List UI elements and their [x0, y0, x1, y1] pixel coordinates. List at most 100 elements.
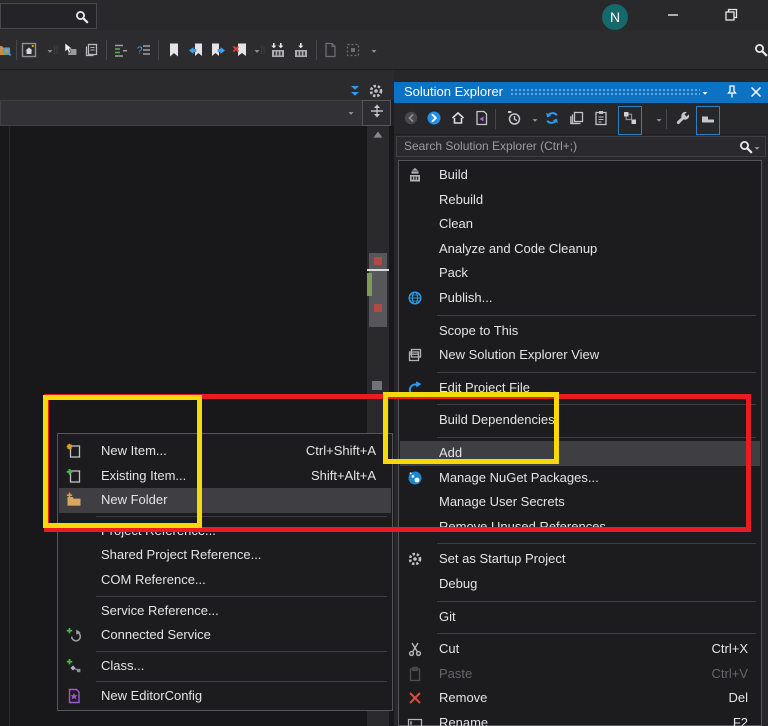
editorconfig-icon — [66, 688, 82, 704]
menu-item-debug[interactable]: Debug — [400, 572, 760, 597]
solution-explorer-search-input[interactable]: Search Solution Explorer (Ctrl+;) — [396, 136, 766, 157]
toolbar-separator — [16, 40, 17, 60]
solution-explorer-title-bar[interactable]: Solution Explorer — [394, 82, 768, 103]
clock-filter-icon[interactable] — [506, 110, 522, 131]
menu-item-clean[interactable]: Clean — [400, 212, 760, 237]
menu-item-set-as-startup-project[interactable]: Set as Startup Project — [400, 547, 760, 572]
search-icon[interactable] — [753, 42, 768, 63]
scrollbar-error-marker — [374, 304, 382, 312]
menu-item-cut[interactable]: Cut Ctrl+X — [400, 637, 760, 662]
split-window-button[interactable] — [362, 100, 391, 126]
bookmark-next-icon[interactable] — [210, 42, 226, 63]
folder-search-icon[interactable] — [0, 42, 12, 63]
scissors-icon — [407, 641, 423, 657]
menu-item-paste[interactable]: Paste Ctrl+V — [400, 662, 760, 687]
class-icon — [66, 658, 82, 674]
bookmark-icon[interactable] — [166, 42, 182, 63]
menu-item-label: Rename — [439, 715, 489, 726]
menu-separator — [96, 595, 387, 597]
building-import-icon[interactable] — [270, 42, 286, 63]
rename-icon — [407, 715, 423, 726]
link-squares-icon[interactable] — [618, 106, 642, 135]
grip-icon — [259, 42, 269, 63]
menu-item-git[interactable]: Git — [400, 605, 760, 630]
caret-icon[interactable] — [369, 44, 379, 63]
menu-item-class[interactable]: Class... — [59, 654, 391, 679]
copy-items-icon[interactable] — [84, 42, 100, 63]
indent-green-icon[interactable] — [113, 42, 129, 63]
minimize-button[interactable] — [656, 1, 690, 29]
home-icon[interactable] — [450, 110, 466, 131]
menu-separator — [437, 633, 756, 635]
pin-icon[interactable] — [724, 84, 740, 105]
cursor-folder-icon[interactable] — [62, 42, 78, 63]
menu-item-shared-project-reference[interactable]: Shared Project Reference... — [59, 543, 391, 568]
menu-item-scope-to-this[interactable]: Scope to This — [400, 319, 760, 344]
menu-item-rename[interactable]: Rename F2 — [400, 711, 760, 726]
grip-icon — [52, 42, 62, 63]
menu-item-analyze-and-code-cleanup[interactable]: Analyze and Code Cleanup — [400, 237, 760, 262]
sync-active-document-icon[interactable] — [474, 110, 490, 131]
menu-item-com-reference[interactable]: COM Reference... — [59, 568, 391, 593]
menu-item-rebuild[interactable]: Rebuild — [400, 188, 760, 213]
drag-texture — [510, 88, 700, 97]
editor-margin-divider — [9, 126, 10, 726]
menu-item-label: Git — [439, 608, 456, 624]
svg-text:?: ? — [137, 46, 143, 57]
menu-item-label: Build — [439, 167, 468, 182]
refresh-icon[interactable] — [544, 110, 560, 131]
monitor-frame-icon[interactable] — [21, 42, 37, 63]
menu-item-shortcut: Del — [728, 690, 748, 706]
menu-item-label: New EditorConfig — [101, 688, 203, 704]
menu-item-label: Set as Startup Project — [439, 551, 566, 567]
dashed-box-disabled-icon[interactable] — [345, 42, 361, 63]
scrollbar-up-arrow[interactable] — [367, 128, 389, 144]
menu-item-label: Rebuild — [439, 191, 484, 207]
menu-item-connected-service[interactable]: Connected Service — [59, 623, 391, 648]
properties-page-icon[interactable] — [593, 110, 609, 131]
panel-title: Solution Explorer — [404, 84, 503, 99]
menu-item-label: Debug — [439, 576, 478, 591]
back-icon[interactable] — [403, 110, 419, 131]
menu-item-remove[interactable]: Remove Del — [400, 686, 760, 711]
editor-navigation-bar[interactable] — [0, 100, 363, 126]
menu-item-new-solution-explorer-view[interactable]: New Solution Explorer View — [400, 343, 760, 368]
gear-icon — [407, 551, 423, 567]
chevron-down-icon[interactable] — [752, 141, 762, 160]
account-avatar[interactable]: N — [602, 4, 628, 30]
editor-toolbar-strip — [0, 70, 394, 100]
menu-item-publish[interactable]: Publish... — [400, 286, 760, 311]
connected-service-icon — [66, 627, 82, 643]
globe-icon — [407, 290, 423, 306]
indent-question-icon[interactable]: ? — [136, 42, 152, 63]
menu-item-label: Publish... — [439, 290, 493, 305]
menu-item-new-editorconfig[interactable]: New EditorConfig — [59, 684, 391, 709]
chevron-down-icon[interactable] — [346, 106, 356, 125]
menu-item-pack[interactable]: Pack — [400, 261, 760, 286]
document-disabled-icon[interactable] — [322, 42, 338, 63]
caret-icon[interactable] — [654, 113, 664, 132]
wrench-icon[interactable] — [675, 110, 691, 131]
building-import-2-icon[interactable] — [293, 42, 309, 63]
bookmark-clear-icon[interactable] — [232, 42, 248, 63]
preview-bar-icon[interactable] — [696, 106, 720, 135]
solution-explorer-toolbar — [394, 103, 768, 135]
menu-item-service-reference[interactable]: Service Reference... — [59, 599, 391, 624]
clipboard-icon — [407, 666, 423, 682]
restore-button[interactable] — [714, 1, 748, 29]
yellow-annotation-rectangle-add — [383, 392, 559, 464]
bookmark-previous-icon[interactable] — [188, 42, 204, 63]
menu-item-label: COM Reference... — [101, 572, 206, 587]
menu-item-build[interactable]: Build — [400, 163, 760, 188]
menu-separator — [437, 371, 756, 373]
menu-item-label: Paste — [439, 665, 473, 681]
toolbar-separator — [106, 40, 107, 60]
search-icon — [74, 9, 90, 30]
scrollbar-caret-marker — [367, 269, 389, 271]
quick-launch-search-input[interactable] — [0, 3, 97, 29]
caret-icon[interactable] — [530, 113, 540, 132]
toolbar-separator — [158, 40, 159, 60]
copy-pages-icon[interactable] — [569, 110, 585, 131]
close-icon[interactable] — [748, 84, 764, 105]
forward-icon[interactable] — [426, 110, 442, 131]
